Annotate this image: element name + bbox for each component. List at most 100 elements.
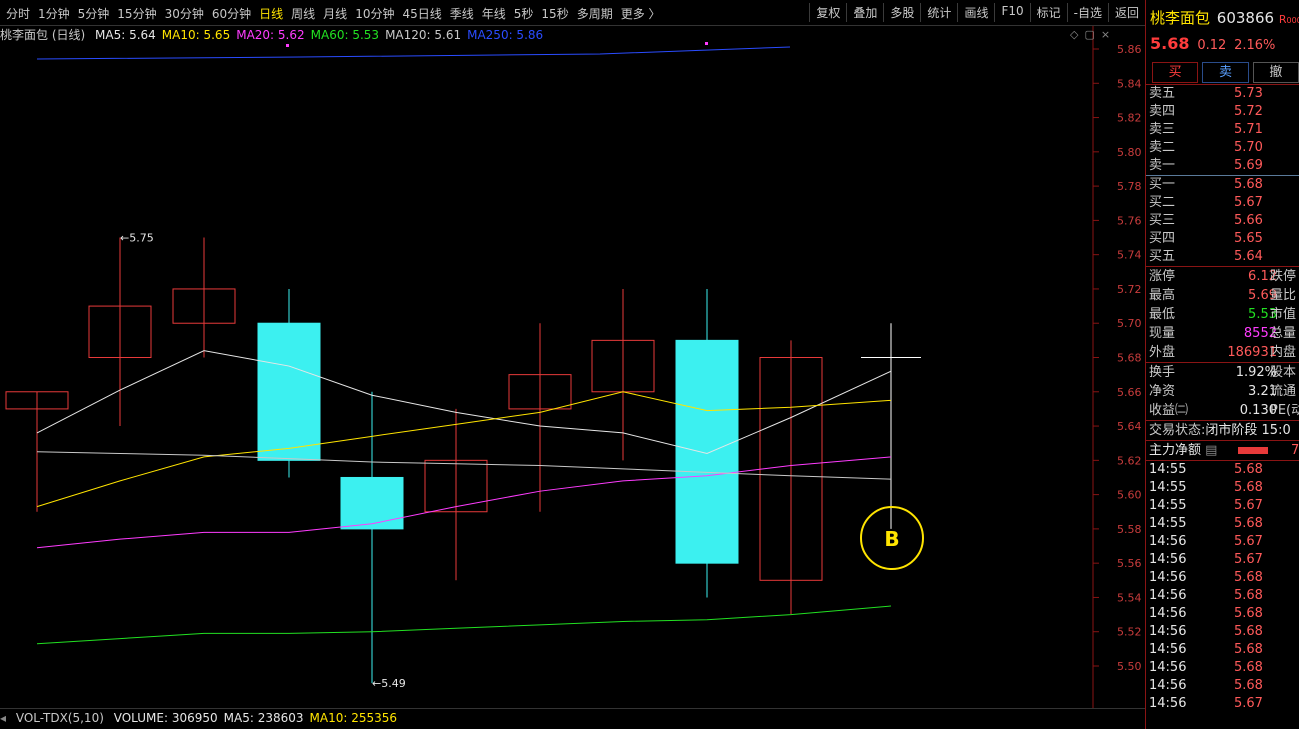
toolbar-button[interactable]: 复权 <box>809 3 846 22</box>
period-tab[interactable]: 更多 〉 <box>621 5 661 22</box>
high-annotation: ←5.75 <box>120 232 154 245</box>
ask-book: 卖五 5.73 卖四 5.72 卖三 5.71 卖二 5.70 卖一 5.69 <box>1146 85 1299 175</box>
period-tab[interactable]: 1分钟 <box>38 5 70 22</box>
bid-row[interactable]: 买一 5.68 <box>1146 176 1299 194</box>
period-tab[interactable]: 15分钟 <box>117 5 156 22</box>
bid-row[interactable]: 买二 5.67 <box>1146 194 1299 212</box>
ask-row[interactable]: 卖五 5.73 <box>1146 85 1299 103</box>
candle-body <box>340 476 404 530</box>
tick-price: 5.68 <box>1234 642 1263 657</box>
tick-row: 14:56 5.68 <box>1146 605 1299 623</box>
period-tab[interactable]: 45日线 <box>402 5 441 22</box>
tick-time: 14:55 <box>1149 480 1187 495</box>
tick-time: 14:55 <box>1149 516 1187 531</box>
ask-label: 卖一 <box>1149 158 1176 173</box>
menu-icon[interactable]: ▤ <box>1205 443 1217 458</box>
close-icon[interactable]: × <box>1101 28 1110 41</box>
tick-price: 5.68 <box>1234 570 1263 585</box>
period-tab[interactable]: 60分钟 <box>212 5 251 22</box>
ask-row[interactable]: 卖三 5.71 <box>1146 121 1299 139</box>
bid-row[interactable]: 买三 5.66 <box>1146 212 1299 230</box>
ma-value: MA120: 5.61 <box>385 28 462 42</box>
candlestick-chart[interactable]: 5.86 5.84 5.82 5.80 5.78 5.76 5.74 5.72 5.70 5.68… <box>0 26 1145 708</box>
period-tabs: 分时 1分钟 5分钟 15分钟 30分钟 60分钟 日线 周线 月线 10分钟 45日线 季线 年线 5秒… <box>6 5 669 22</box>
toolbar-button[interactable]: F10 <box>994 3 1029 22</box>
netflow-value: 7 <box>1291 443 1299 458</box>
ma-value: MA250: 5.86 <box>467 28 544 42</box>
tick-price: 5.68 <box>1234 678 1263 693</box>
bid-label: 买二 <box>1149 195 1176 210</box>
bid-label: 买五 <box>1149 249 1176 264</box>
toolbar-button[interactable]: 标记 <box>1029 3 1067 22</box>
bid-price: 5.65 <box>1234 231 1263 246</box>
buy-button[interactable]: 买 <box>1152 62 1199 83</box>
price-change-pct: 2.16% <box>1234 38 1276 53</box>
period-tab[interactable]: 季线 <box>450 5 474 22</box>
period-tab[interactable]: 10分钟 <box>355 5 394 22</box>
netflow-bar <box>1238 447 1268 454</box>
candle-body <box>675 339 739 564</box>
period-tab[interactable]: 15秒 <box>541 5 568 22</box>
collapse-icon[interactable]: ◂ <box>0 711 6 725</box>
period-tab[interactable]: 日线 <box>259 5 283 22</box>
low-annotation: ←5.49 <box>372 677 406 690</box>
y-tick-label: 5.58 <box>1117 523 1142 536</box>
stat-label-2: 流通 <box>1270 384 1297 399</box>
stat-label-2: 总量 <box>1270 326 1297 341</box>
quote-panel: 桃李面包 603866 R000 5.68 0.12 2.16% 买 卖 撤 卖… <box>1145 0 1299 729</box>
window-icon[interactable]: ▢ <box>1084 28 1094 41</box>
tick-price: 5.67 <box>1234 534 1263 549</box>
ask-row[interactable]: 卖四 5.72 <box>1146 103 1299 121</box>
tick-row: 14:56 5.68 <box>1146 623 1299 641</box>
tick-time: 14:56 <box>1149 642 1187 657</box>
indicator-controls: ◇ ▢ × <box>1064 28 1110 41</box>
period-tab[interactable]: 30分钟 <box>165 5 204 22</box>
period-tab[interactable]: 5秒 <box>514 5 534 22</box>
sell-button[interactable]: 卖 <box>1202 62 1249 83</box>
tick-time: 14:56 <box>1149 570 1187 585</box>
stock-code: 603866 <box>1216 9 1275 27</box>
toolbar-button[interactable]: 多股 <box>883 3 920 22</box>
ma-indicator-line: 桃李面包 (日线) MA5: 5.64 MA10: 5.65 MA20: 5.62 M… <box>0 26 1090 42</box>
ask-price: 5.71 <box>1234 122 1263 137</box>
y-tick-label: 5.56 <box>1117 557 1142 570</box>
volume-name: VOL-TDX(5,10) <box>15 711 104 725</box>
toolbar-button[interactable]: 统计 <box>920 3 957 22</box>
badge-sub: 000 <box>1286 16 1299 25</box>
tick-price: 5.68 <box>1234 588 1263 603</box>
period-tab[interactable]: 5分钟 <box>78 5 110 22</box>
stock-name: 桃李面包 <box>1150 9 1211 27</box>
ma-line-ma5 <box>36 350 892 455</box>
stat-row: 最低 5.53 市值 <box>1146 305 1299 324</box>
volume-value: MA10: 255356 <box>309 711 398 725</box>
bid-row[interactable]: 买五 5.64 <box>1146 248 1299 266</box>
y-tick-label: 5.62 <box>1117 454 1142 467</box>
toolbar-button[interactable]: -自选 <box>1066 3 1108 22</box>
toolbar-button[interactable]: 画线 <box>957 3 994 22</box>
period-tab[interactable]: 年线 <box>482 5 506 22</box>
period-tab[interactable]: 多周期 <box>577 5 613 22</box>
ask-row[interactable]: 卖二 5.70 <box>1146 139 1299 157</box>
period-tab[interactable]: 周线 <box>291 5 315 22</box>
stat-label: 涨停 <box>1149 269 1176 284</box>
stat-label: 现量 <box>1149 326 1176 341</box>
ask-price: 5.72 <box>1234 104 1263 119</box>
toolbar-button[interactable]: 返回 <box>1107 3 1145 22</box>
cancel-button[interactable]: 撤 <box>1252 62 1299 83</box>
y-tick-label: 5.66 <box>1117 386 1142 399</box>
tick-row: 14:56 5.68 <box>1146 587 1299 605</box>
bid-row[interactable]: 买四 5.65 <box>1146 230 1299 248</box>
toolbar-button[interactable]: 叠加 <box>846 3 883 22</box>
stat-row: 最高 5.69 量比 <box>1146 286 1299 305</box>
period-tab[interactable]: 月线 <box>323 5 347 22</box>
period-tab[interactable]: 分时 <box>6 5 30 22</box>
stat-label-2: 内盘 <box>1270 345 1297 360</box>
ask-row[interactable]: 卖一 5.69 <box>1146 157 1299 175</box>
diamond-icon[interactable]: ◇ <box>1070 28 1078 41</box>
tick-row: 14:56 5.67 <box>1146 695 1299 713</box>
price-row: 5.68 0.12 2.16% <box>1146 30 1299 56</box>
tick-price: 5.68 <box>1234 462 1263 477</box>
bid-label: 买三 <box>1149 213 1176 228</box>
stat-label: 收益㈡ <box>1149 403 1189 418</box>
stat-label-2: 市值 <box>1270 307 1297 322</box>
